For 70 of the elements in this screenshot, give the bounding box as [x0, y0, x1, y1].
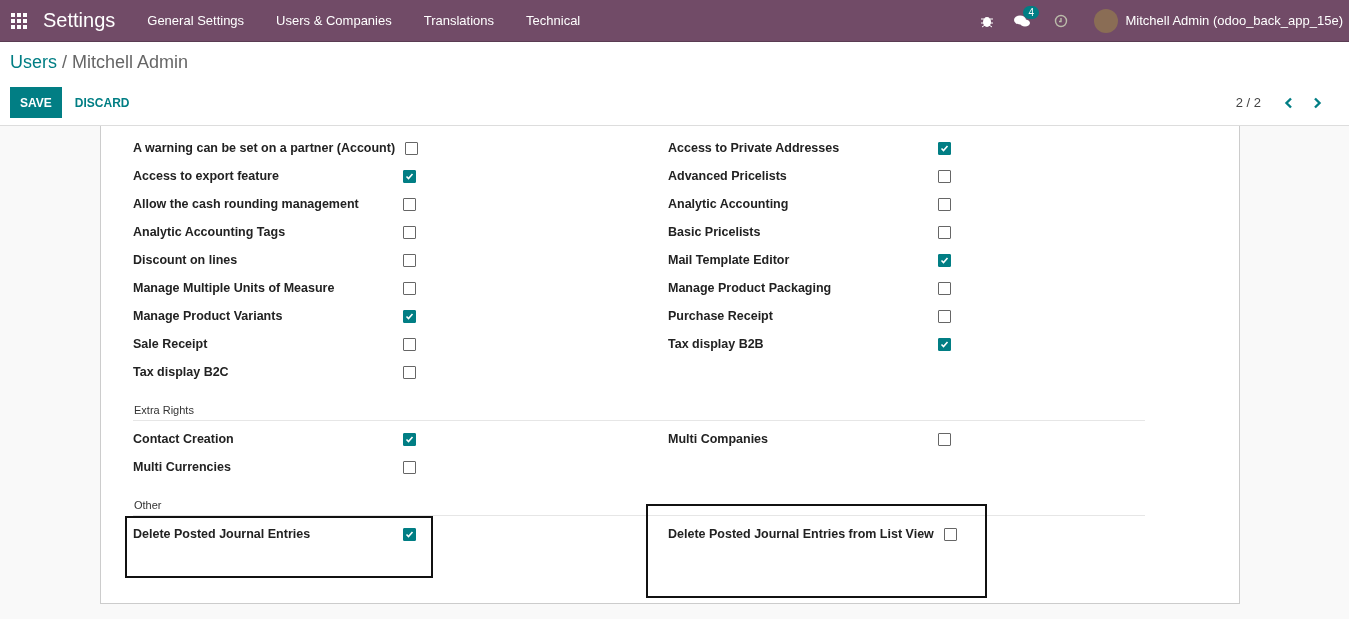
app-title: Settings: [43, 9, 116, 32]
check-icon: [940, 339, 949, 349]
checkbox[interactable]: [403, 365, 416, 379]
checkbox[interactable]: [938, 337, 951, 351]
check-icon: [405, 529, 414, 539]
clock-icon[interactable]: [1054, 13, 1069, 28]
previous-icon[interactable]: [1283, 96, 1295, 109]
checkbox[interactable]: [938, 281, 951, 295]
permission-label: Manage Multiple Units of Measure: [133, 281, 336, 295]
permission-label: Multi Companies: [668, 432, 769, 446]
checkbox[interactable]: [938, 141, 951, 155]
permission-label: Tax display B2B: [668, 337, 765, 351]
checkbox[interactable]: [403, 460, 416, 474]
discard-button[interactable]: DISCARD: [61, 95, 143, 110]
breadcrumb-separator: /: [62, 52, 68, 74]
checkbox[interactable]: [938, 197, 951, 211]
pager-counter: 2 / 2: [1235, 95, 1261, 110]
permission-label: Mail Template Editor: [668, 253, 791, 267]
checkbox[interactable]: [403, 337, 416, 351]
checkbox[interactable]: [938, 253, 951, 267]
checkbox[interactable]: [938, 432, 951, 446]
next-icon[interactable]: [1311, 96, 1323, 109]
checkbox[interactable]: [403, 197, 416, 211]
permission-label: Manage Product Packaging: [668, 281, 833, 295]
menu-item[interactable]: General Settings: [131, 13, 261, 28]
permission-label: Contact Creation: [133, 432, 235, 446]
check-icon: [940, 143, 949, 153]
check-icon: [405, 171, 414, 181]
breadcrumb-link[interactable]: Users: [10, 52, 57, 79]
permission-label: Tax display B2C: [133, 365, 230, 379]
section-title: Extra Rights: [133, 386, 1145, 421]
permission-label: Advanced Pricelists: [668, 169, 788, 183]
menu-item[interactable]: Technical: [510, 13, 597, 28]
check-icon: [405, 311, 414, 321]
permission-label: Sale Receipt: [133, 337, 209, 351]
section-title: Other: [133, 481, 1145, 516]
checkbox[interactable]: [938, 225, 951, 239]
menu-item[interactable]: Users & Companies: [260, 13, 408, 28]
message-count-badge: 4: [1023, 5, 1040, 19]
checkbox[interactable]: [403, 309, 416, 323]
checkbox[interactable]: [403, 169, 416, 183]
checkbox[interactable]: [943, 527, 957, 541]
permission-label: Purchase Receipt: [668, 309, 774, 323]
permission-label: Analytic Accounting: [668, 197, 790, 211]
permission-label: Analytic Accounting Tags: [133, 225, 287, 239]
check-icon: [940, 255, 949, 265]
checkbox[interactable]: [403, 281, 416, 295]
permission-label: Delete Posted Journal Entries: [133, 527, 312, 541]
menu-item[interactable]: Translations: [407, 13, 511, 28]
breadcrumb-current: Mitchell Admin: [72, 52, 189, 74]
permission-label: Access to export feature: [133, 169, 280, 183]
permission-label: Manage Product Variants: [133, 309, 284, 323]
permission-label: Access to Private Addresses: [668, 141, 841, 155]
checkbox[interactable]: [403, 432, 416, 446]
save-button[interactable]: SAVE: [10, 87, 62, 118]
checkbox[interactable]: [938, 309, 951, 323]
checkbox[interactable]: [403, 225, 416, 239]
checkbox[interactable]: [403, 253, 416, 267]
checkbox[interactable]: [938, 169, 951, 183]
permission-label: A warning can be set on a partner (Account): [133, 141, 397, 155]
permission-label: Discount on lines: [133, 253, 239, 267]
checkbox[interactable]: [405, 141, 419, 155]
apps-grid-icon[interactable]: [10, 11, 28, 30]
permission-label: Allow the cash rounding management: [133, 197, 360, 211]
checkbox[interactable]: [403, 527, 416, 541]
permission-label: Delete Posted Journal Entries from List View: [668, 527, 935, 541]
permission-label: Basic Pricelists: [668, 225, 762, 239]
check-icon: [405, 434, 414, 444]
user-menu[interactable]: Mitchell Admin (odoo_back_app_15e): [1125, 13, 1343, 28]
permission-label: Multi Currencies: [133, 460, 232, 474]
